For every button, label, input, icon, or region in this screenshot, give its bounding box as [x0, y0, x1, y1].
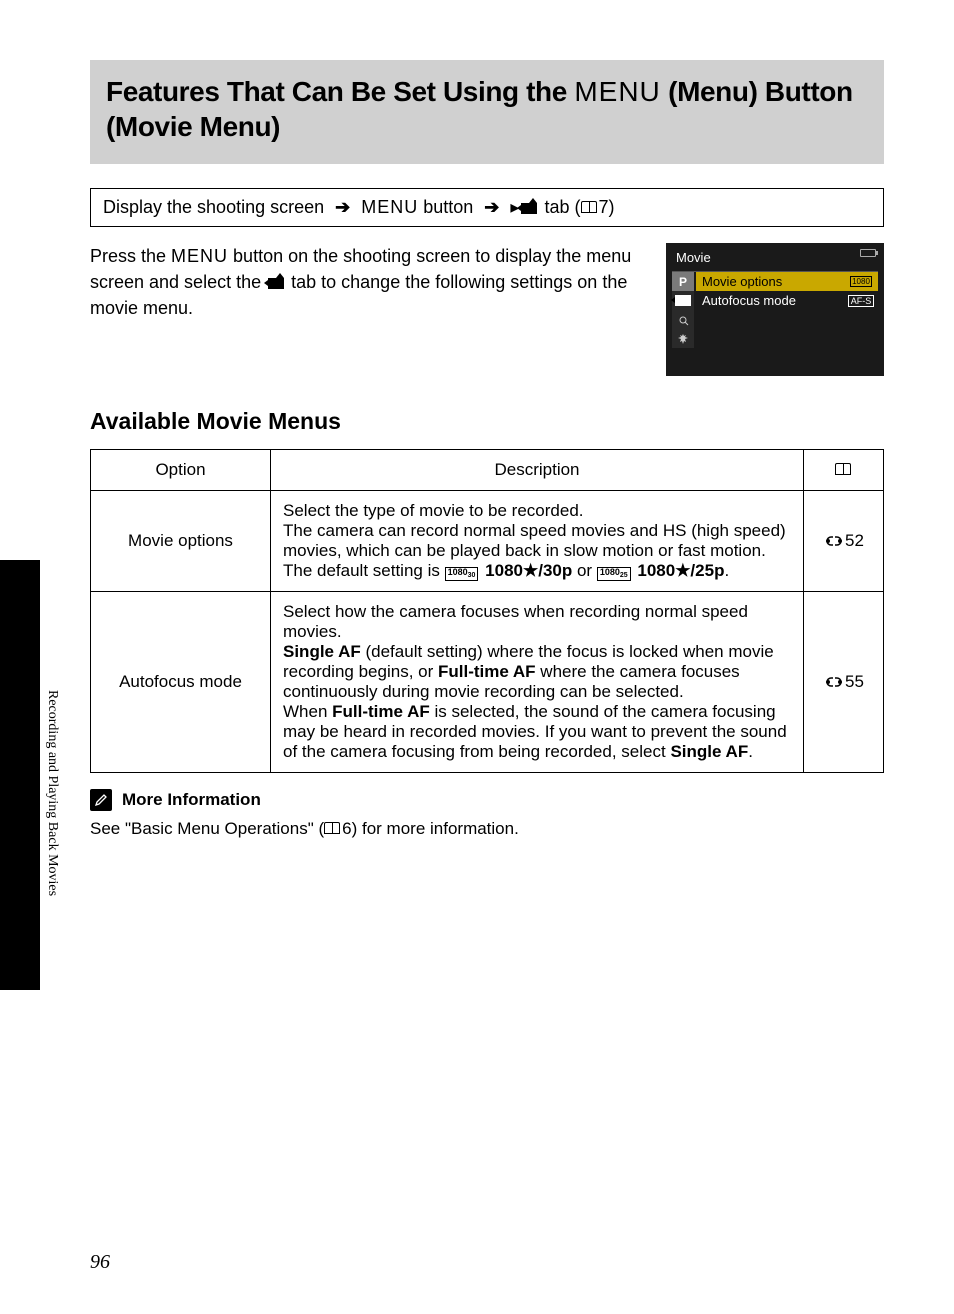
desc-line: The camera can record normal speed movie… — [283, 521, 786, 560]
manual-ref-icon — [835, 463, 851, 475]
or-text: or — [577, 561, 597, 580]
more-info-ref: 6 — [342, 819, 351, 838]
nav-step-2: button — [423, 197, 478, 217]
section-heading: Available Movie Menus — [90, 408, 884, 435]
lcd-row — [672, 310, 878, 329]
col-description: Description — [271, 450, 804, 491]
lcd-value-1080: 1080 — [844, 272, 878, 291]
res-badge-icon: 108030 — [445, 567, 479, 581]
period: . — [748, 742, 753, 761]
camera-lcd-preview: Movie P Movie options 1080 Autofocus mod… — [666, 243, 884, 376]
nav-step-1: Display the shooting screen — [103, 197, 329, 217]
manual-ref-icon — [324, 822, 340, 834]
option-name: Autofocus mode — [91, 592, 271, 773]
reference-link-icon — [823, 535, 845, 547]
bold-fulltime-af: Full-time AF — [438, 662, 536, 681]
default-setting-2: 1080★/25p — [637, 561, 724, 580]
option-description: Select how the camera focuses when recor… — [271, 592, 804, 773]
lcd-empty — [844, 329, 878, 348]
desc-line: Select how the camera focuses when recor… — [283, 602, 748, 641]
page-title-block: Features That Can Be Set Using the MENU … — [90, 60, 884, 164]
lcd-tab-retouch — [672, 310, 694, 329]
lcd-item-movie-options: Movie options — [696, 272, 844, 291]
reference-link-icon — [823, 676, 845, 688]
ref-number: 55 — [845, 672, 864, 691]
table-row: Movie options Select the type of movie t… — [91, 491, 884, 592]
manual-ref-icon — [581, 201, 597, 213]
res-badge-icon: 108025 — [597, 567, 631, 581]
battery-icon — [860, 249, 876, 257]
page-title: Features That Can Be Set Using the MENU … — [106, 74, 868, 144]
more-information-heading: More Information — [90, 789, 884, 811]
lcd-tab-movie — [672, 291, 694, 310]
lcd-value-afs: AF-S — [844, 291, 878, 310]
nav-close-paren: ) — [609, 197, 615, 217]
bold-single-af: Single AF — [283, 642, 361, 661]
nav-step-3: tab ( — [544, 197, 580, 217]
desc-line: Select the type of movie to be recorded. — [283, 501, 584, 520]
lcd-empty — [844, 310, 878, 329]
lcd-item-autofocus: Autofocus mode — [696, 291, 844, 310]
table-row: Autofocus mode Select how the camera foc… — [91, 592, 884, 773]
note-icon — [90, 789, 112, 811]
ref-number: 52 — [845, 531, 864, 550]
intro-row: Press the MENU button on the shooting sc… — [90, 243, 884, 376]
lcd-row — [672, 329, 878, 348]
reference-page: 55 — [804, 592, 884, 773]
more-info-b: ) for more information. — [352, 819, 519, 838]
menu-glyph: MENU — [171, 246, 228, 266]
desc-text: When — [283, 702, 332, 721]
option-name: Movie options — [91, 491, 271, 592]
table-header-row: Option Description — [91, 450, 884, 491]
intro-text-a: Press the — [90, 246, 171, 266]
options-table: Option Description Movie options Select … — [90, 449, 884, 773]
more-info-a: See "Basic Menu Operations" ( — [90, 819, 324, 838]
lcd-empty — [696, 310, 844, 329]
lcd-empty — [696, 329, 844, 348]
arrow-icon: ➔ — [484, 197, 499, 217]
option-description: Select the type of movie to be recorded.… — [271, 491, 804, 592]
bold-fulltime-af: Full-time AF — [332, 702, 430, 721]
arrow-icon: ➔ — [335, 197, 350, 217]
bold-single-af: Single AF — [670, 742, 748, 761]
more-info-text: See "Basic Menu Operations" ( 6) for more… — [90, 819, 884, 839]
desc-line: The default setting is — [283, 561, 445, 580]
lcd-row: P Movie options 1080 — [672, 272, 878, 291]
col-option: Option — [91, 450, 271, 491]
period: . — [724, 561, 729, 580]
default-setting-1: 1080★/30p — [485, 561, 572, 580]
menu-glyph: MENU — [574, 76, 660, 107]
lcd-tab-setup — [672, 329, 694, 348]
more-info-label: More Information — [122, 790, 261, 810]
lcd-row: Autofocus mode AF-S — [672, 291, 878, 310]
page-content: Features That Can Be Set Using the MENU … — [0, 0, 954, 1314]
col-reference — [804, 450, 884, 491]
lcd-tab-p: P — [672, 272, 694, 291]
reference-page: 52 — [804, 491, 884, 592]
nav-ref-page: 7 — [599, 197, 609, 217]
navigation-steps: Display the shooting screen ➔ MENU butto… — [90, 188, 884, 227]
menu-glyph: MENU — [361, 197, 418, 217]
movie-tab-icon — [268, 278, 284, 289]
intro-paragraph: Press the MENU button on the shooting sc… — [90, 243, 648, 321]
page-number: 96 — [90, 1251, 110, 1274]
movie-tab-icon — [521, 203, 537, 214]
title-text-1: Features That Can Be Set Using the — [106, 76, 574, 107]
lcd-title: Movie — [672, 247, 878, 269]
